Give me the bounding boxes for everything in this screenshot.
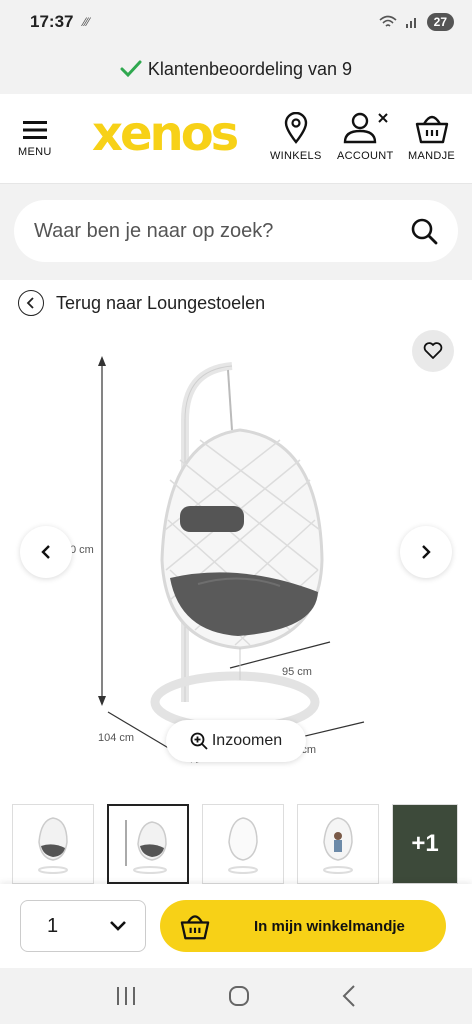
search-icon[interactable] <box>410 217 438 245</box>
thumbnail-more[interactable]: +1 <box>392 804 458 884</box>
basket-icon <box>180 915 210 940</box>
dimension-width-left: 104 cm <box>98 732 135 744</box>
quantity-select[interactable]: 1 <box>20 900 146 952</box>
no-call-icon: ⁄⁄⁄ <box>83 15 90 29</box>
home-icon[interactable] <box>227 984 251 1008</box>
quantity-value: 1 <box>47 914 59 937</box>
search-section <box>0 184 472 280</box>
back-link[interactable]: Terug naar Loungestoelen <box>18 290 265 316</box>
signal-icon <box>405 18 416 28</box>
account-logged-out-icon <box>344 112 388 144</box>
next-image-button[interactable] <box>400 526 452 578</box>
chevron-right-icon <box>422 545 431 559</box>
check-icon <box>120 60 142 78</box>
stores-button[interactable]: WINKELS <box>270 112 322 162</box>
thumbnail-1[interactable] <box>12 804 94 884</box>
previous-image-button[interactable] <box>20 526 72 578</box>
back-link-label: Terug naar Loungestoelen <box>56 292 266 313</box>
cart-label: MANDJE <box>408 150 456 162</box>
menu-label: MENU <box>18 146 52 158</box>
thumbnail-more-count: +1 <box>411 830 439 857</box>
xenos-logo[interactable]: xenos <box>92 110 239 158</box>
chevron-left-icon <box>41 545 50 559</box>
recent-apps-icon[interactable] <box>114 985 138 1007</box>
dimension-height: 0 cm <box>70 544 94 556</box>
search-input[interactable] <box>34 219 410 243</box>
menu-button[interactable]: MENU <box>18 120 52 158</box>
status-bar: 17:37 ⁄⁄⁄ 27 <box>0 0 472 44</box>
back-icon[interactable] <box>340 984 358 1008</box>
search-bar <box>14 200 458 262</box>
thumbnail-3[interactable] <box>202 804 284 884</box>
hamburger-icon <box>22 121 47 139</box>
review-text: Klantenbeoordeling van 9 <box>147 58 353 79</box>
dimension-depth: 95 cm <box>282 666 312 678</box>
add-to-cart-label: In mijn winkelmandje <box>254 917 405 935</box>
favorite-button[interactable] <box>412 330 454 372</box>
add-to-cart-button[interactable]: In mijn winkelmandje <box>160 900 446 952</box>
stores-label: WINKELS <box>270 150 322 162</box>
product-gallery: 0 cm 95 cm 104 cm 104 cm Inzoomen <box>0 330 472 790</box>
zoom-label: Inzoomen <box>211 732 283 749</box>
basket-icon <box>415 115 448 144</box>
system-nav-bar <box>0 968 472 1024</box>
thumbnail-strip: +1 <box>0 804 472 884</box>
thumbnail-4[interactable] <box>297 804 379 884</box>
wifi-icon <box>379 15 397 27</box>
chevron-down-icon <box>110 921 126 931</box>
back-arrow-icon <box>18 290 44 316</box>
thumbnail-2[interactable] <box>107 804 189 884</box>
account-button[interactable]: ACCOUNT <box>337 112 394 162</box>
site-header: MENU xenos WINKELS ACCOUNT MANDJE <box>0 94 472 184</box>
zoom-button[interactable]: Inzoomen <box>166 720 306 762</box>
zoom-in-icon <box>190 732 208 750</box>
review-banner[interactable]: Klantenbeoordeling van 9 <box>0 44 472 94</box>
status-time: 17:37 <box>30 12 74 31</box>
account-label: ACCOUNT <box>337 150 394 162</box>
location-pin-icon <box>284 112 308 144</box>
battery-icon: 27 <box>426 13 454 31</box>
cart-button[interactable]: MANDJE <box>408 112 455 162</box>
purchase-bar: 1 In mijn winkelmandje <box>0 884 472 968</box>
heart-icon <box>423 342 443 359</box>
